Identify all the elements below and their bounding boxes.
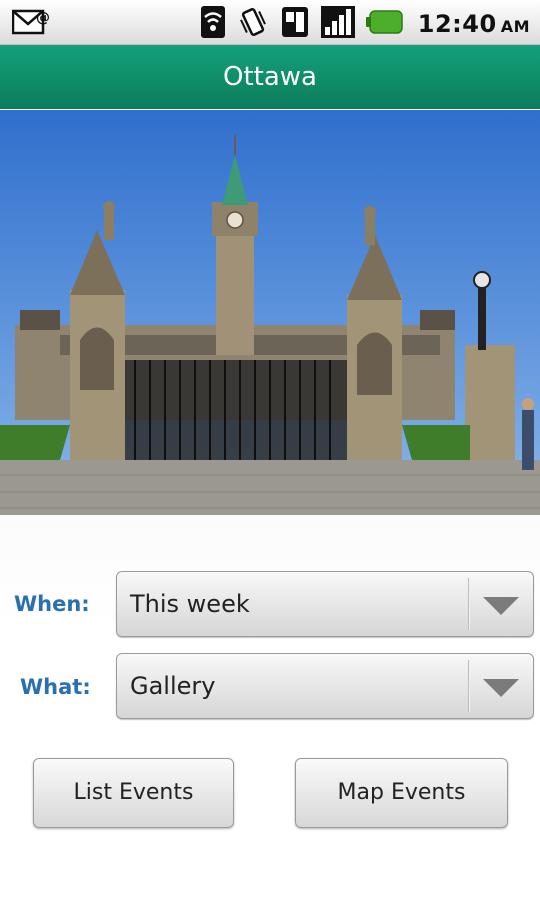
dropdown-divider [468, 660, 469, 712]
list-events-button[interactable]: List Events [33, 758, 234, 828]
map-events-button[interactable]: Map Events [295, 758, 508, 828]
chevron-down-icon [483, 679, 519, 697]
wifi-icon [200, 5, 226, 43]
signal-icon [320, 5, 356, 43]
chevron-down-icon [483, 597, 519, 615]
when-dropdown[interactable]: This week [116, 571, 534, 637]
vibrate-icon [236, 5, 270, 43]
what-dropdown[interactable]: Gallery [116, 653, 534, 719]
battery-icon [365, 9, 404, 39]
when-dropdown-value: This week [130, 590, 250, 618]
when-label: When: [14, 592, 90, 616]
app-title: Ottawa [223, 62, 317, 92]
what-dropdown-value: Gallery [130, 672, 216, 700]
parliament-hill-photo [0, 110, 540, 515]
status-clock: 12:40 AM [417, 10, 530, 38]
what-label: What: [20, 675, 91, 699]
app-title-bar: Ottawa [0, 45, 540, 109]
sd-card-icon [280, 5, 310, 43]
svg-text:@: @ [36, 10, 50, 26]
dropdown-divider [468, 578, 469, 630]
status-bar: @ 12:40 AM [0, 0, 540, 45]
email-notification-icon[interactable]: @ [11, 7, 52, 41]
